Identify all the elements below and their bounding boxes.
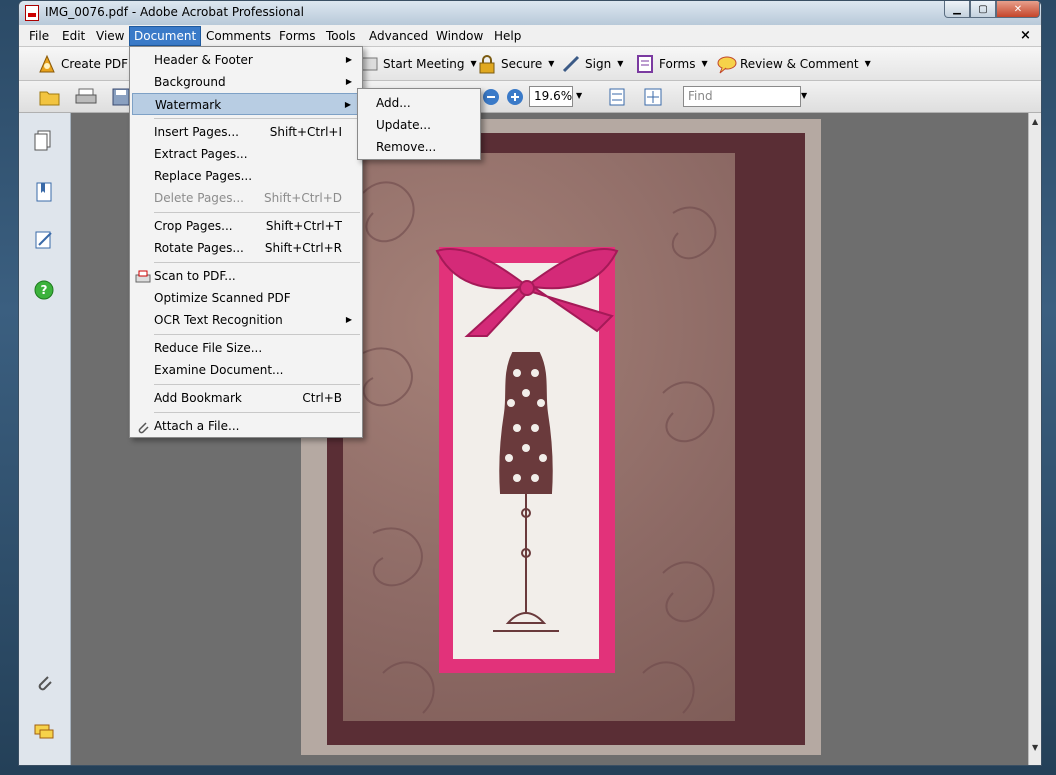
menu-item-crop-pages[interactable]: Crop Pages... Shift+Ctrl+T — [132, 215, 360, 237]
menu-item-scan-to-pdf[interactable]: Scan to PDF... — [132, 265, 360, 287]
review-comment-button[interactable]: Review & Comment ▼ — [716, 54, 871, 74]
scroll-down-icon[interactable]: ▼ — [1032, 743, 1038, 752]
submenu-item-update[interactable]: Update... — [376, 114, 431, 136]
submenu-arrow-icon: ▶ — [345, 55, 352, 64]
bookmarks-icon[interactable] — [33, 181, 55, 203]
start-meeting-label: Start Meeting — [383, 57, 465, 71]
menu-view[interactable]: View — [92, 26, 128, 46]
signatures-icon[interactable] — [33, 229, 55, 251]
pdf-file-icon — [25, 5, 39, 21]
attachments-icon[interactable] — [33, 671, 55, 693]
menu-item-insert-pages[interactable]: Insert Pages... Shift+Ctrl+I — [132, 121, 360, 143]
open-folder-icon[interactable] — [39, 87, 60, 107]
close-document-icon[interactable]: × — [1020, 28, 1031, 43]
find-input[interactable]: Find — [683, 86, 801, 107]
create-pdf-icon — [37, 54, 57, 74]
create-pdf-label: Create PDF — [61, 57, 129, 71]
menu-document[interactable]: Document — [129, 26, 202, 46]
menu-item-ocr-text-recognition[interactable]: OCR Text Recognition ▶ — [132, 309, 360, 331]
menu-window[interactable]: Window — [432, 26, 487, 46]
menu-separator — [154, 412, 360, 413]
comment-bubble-icon — [716, 54, 737, 74]
menu-item-header-footer[interactable]: Header & Footer ▶ — [132, 49, 360, 71]
menu-item-background[interactable]: Background ▶ — [132, 71, 360, 93]
print-icon[interactable] — [75, 87, 97, 107]
watermark-submenu: Add... Update... Remove... — [357, 88, 481, 160]
zoom-out-icon[interactable] — [481, 87, 501, 107]
lock-icon — [477, 54, 497, 74]
fit-width-icon[interactable] — [643, 87, 663, 107]
submenu-arrow-icon: ▶ — [345, 315, 352, 324]
sign-button[interactable]: Sign ▼ — [561, 54, 623, 74]
vertical-scrollbar[interactable]: ▲ ▼ — [1028, 113, 1041, 765]
menu-help[interactable]: Help — [490, 26, 525, 46]
sign-label: Sign — [585, 57, 612, 71]
menu-separator — [154, 334, 360, 335]
close-window-button[interactable]: ✕ — [996, 1, 1040, 18]
forms-icon — [635, 54, 655, 74]
review-comment-label: Review & Comment — [740, 57, 859, 71]
menu-item-reduce-file-size[interactable]: Reduce File Size... — [132, 337, 360, 359]
create-pdf-button[interactable]: Create PDF — [37, 54, 128, 74]
window-title: IMG_0076.pdf - Adobe Acrobat Professiona… — [45, 5, 304, 19]
menu-comments[interactable]: Comments — [202, 26, 275, 46]
submenu-arrow-icon: ▶ — [345, 77, 352, 86]
menu-item-rotate-pages[interactable]: Rotate Pages... Shift+Ctrl+R — [132, 237, 360, 259]
maximize-button[interactable]: ▢ — [970, 1, 996, 18]
menu-item-add-bookmark[interactable]: Add Bookmark Ctrl+B — [132, 387, 360, 409]
menu-bar: File Edit View Document Comments Forms T… — [19, 25, 1041, 47]
pink-ribbon-bow — [435, 248, 619, 337]
zoom-input[interactable]: 19.6% — [529, 86, 573, 107]
submenu-item-add[interactable]: Add... — [376, 92, 411, 114]
menu-item-examine-document[interactable]: Examine Document... — [132, 359, 360, 381]
document-menu: Header & Footer ▶ Background ▶ Watermark ▶ … — [129, 46, 363, 438]
secure-label: Secure — [501, 57, 543, 71]
save-icon[interactable] — [111, 87, 131, 107]
menu-item-optimize-scanned-pdf[interactable]: Optimize Scanned PDF — [132, 287, 360, 309]
menu-advanced[interactable]: Advanced — [365, 26, 432, 46]
menu-separator — [154, 262, 360, 263]
start-meeting-button[interactable]: Start Meeting ▼ — [359, 54, 477, 74]
card-embossed-panel — [343, 153, 735, 721]
minimize-button[interactable]: ▁ — [944, 1, 970, 18]
svg-text:?: ? — [41, 283, 48, 297]
navigation-pane: ? — [19, 113, 71, 765]
menu-separator — [154, 212, 360, 213]
forms-button[interactable]: Forms ▼ — [635, 54, 708, 74]
paperclip-icon — [136, 419, 150, 441]
menu-separator — [154, 118, 360, 119]
submenu-arrow-icon: ▶ — [344, 100, 351, 109]
secure-button[interactable]: Secure ▼ — [477, 54, 554, 74]
find-dropdown-icon[interactable]: ▼ — [801, 91, 807, 100]
menu-item-replace-pages[interactable]: Replace Pages... — [132, 165, 360, 187]
menu-edit[interactable]: Edit — [58, 26, 89, 46]
menu-item-extract-pages[interactable]: Extract Pages... — [132, 143, 360, 165]
zoom-in-icon[interactable] — [505, 87, 525, 107]
menu-file[interactable]: File — [25, 26, 53, 46]
menu-forms[interactable]: Forms — [275, 26, 319, 46]
pen-icon — [561, 54, 581, 74]
menu-tools[interactable]: Tools — [322, 26, 360, 46]
comments-icon[interactable] — [33, 721, 55, 743]
menu-item-attach-file[interactable]: Attach a File... — [132, 415, 360, 437]
scroll-up-icon[interactable]: ▲ — [1032, 117, 1038, 126]
pages-icon[interactable] — [33, 129, 55, 151]
help-icon[interactable]: ? — [33, 279, 55, 301]
menu-separator — [154, 384, 360, 385]
menu-item-watermark[interactable]: Watermark ▶ — [132, 93, 360, 115]
forms-label: Forms — [659, 57, 696, 71]
zoom-dropdown-icon[interactable]: ▼ — [576, 91, 582, 100]
document-page — [301, 119, 821, 755]
menu-item-delete-pages: Delete Pages... Shift+Ctrl+D — [154, 191, 342, 205]
title-bar: IMG_0076.pdf - Adobe Acrobat Professiona… — [19, 1, 1041, 25]
card-photo — [327, 133, 805, 745]
fit-page-icon[interactable] — [607, 87, 627, 107]
submenu-item-remove[interactable]: Remove... — [376, 136, 436, 158]
